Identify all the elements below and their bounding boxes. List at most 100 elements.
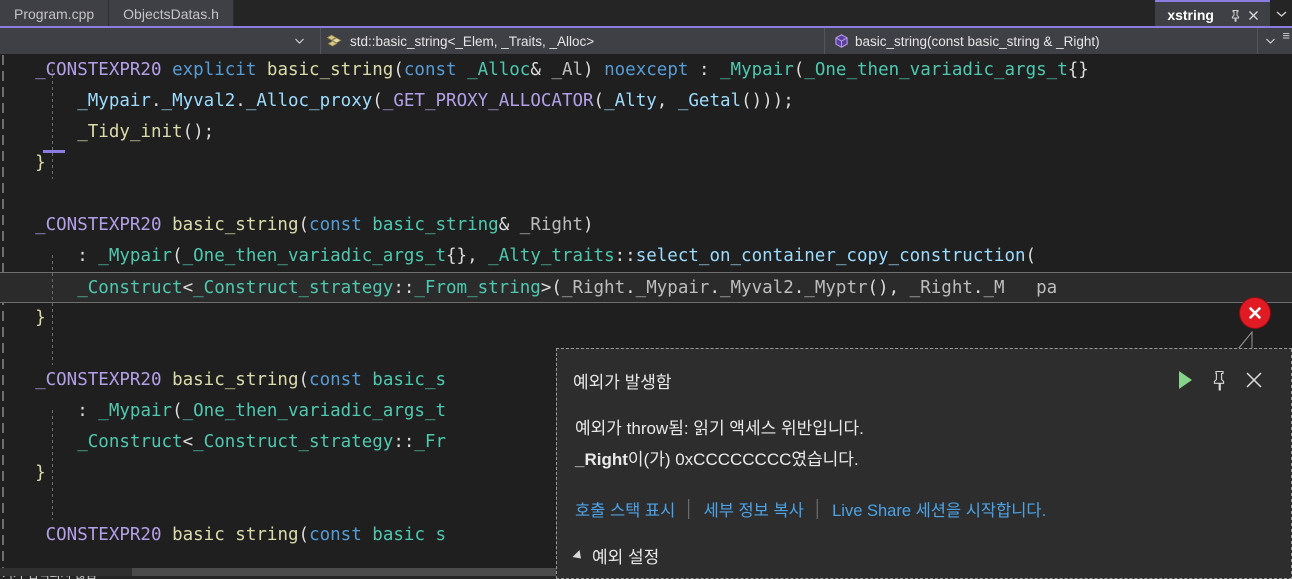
code-line[interactable] [0, 179, 1292, 210]
code-token: basic [372, 525, 425, 545]
code-token: _Fr [414, 432, 446, 452]
code-token: & [530, 60, 552, 80]
code-token: _M [983, 278, 1005, 298]
code-line[interactable]: : _Mypair(_One_then_variadic_args_t{}, _… [0, 241, 1292, 272]
code-token: . [150, 91, 162, 111]
code-token: _Mypair [635, 278, 710, 298]
navbar-split-icon[interactable]: ≡ [1282, 28, 1292, 54]
error-circle-x-icon[interactable] [1240, 298, 1270, 328]
template-class-icon [327, 33, 345, 49]
code-token: _Construct_strategy [193, 432, 394, 452]
pin-icon[interactable] [1211, 369, 1228, 391]
code-token: CONSTEXPR20 [45, 525, 162, 545]
tab-overflow-chevron-down-icon[interactable] [1270, 0, 1292, 28]
code-token: ( [298, 525, 310, 545]
code-token: _Alty [604, 91, 657, 111]
navbar-project-dropdown[interactable] [0, 28, 321, 54]
code-line[interactable]: _Mypair._Myval2._Alloc_proxy(_GET_PROXY_… [0, 86, 1292, 117]
code-token: _From_string [414, 278, 541, 298]
code-token: _CONSTEXPR20 [35, 370, 162, 390]
close-icon[interactable] [1244, 370, 1264, 390]
navbar-tail-chevron-down-icon[interactable] [1258, 28, 1282, 54]
code-token: } [35, 153, 46, 173]
code-line[interactable]: _Tidy_init(); [0, 117, 1292, 148]
code-token: ( [298, 215, 310, 235]
close-icon[interactable] [1244, 6, 1262, 24]
chevron-down-icon [289, 36, 310, 46]
outlining-marker[interactable] [43, 150, 65, 153]
code-token: _One_then_variadic_args_t [182, 401, 447, 421]
link-separator: │ [812, 499, 824, 518]
exception-settings-expander[interactable]: 예외 설정 [557, 543, 1292, 568]
code-token: explicit [172, 60, 257, 80]
code-token: basic_s [372, 370, 447, 390]
exception-popup-body: 예외가 throw됨: 읽기 액세스 위반입니다. _Right이(가) 0xC… [557, 397, 1292, 521]
code-token: ( [298, 370, 310, 390]
tab-program-cpp[interactable]: Program.cpp [0, 0, 110, 28]
navbar-member-scope-label: basic_string(const basic_string & _Right… [855, 33, 1100, 49]
code-token: pa [1004, 278, 1058, 298]
code-token: ( [172, 246, 183, 266]
code-token: _Alloc_proxy [245, 91, 373, 111]
navbar-member-dropdown[interactable]: basic_string(const basic_string & _Right… [825, 28, 1259, 54]
tab-objectsdatas-h[interactable]: ObjectsDatas.h [109, 0, 234, 28]
code-token: _Construct [77, 432, 183, 452]
indent-guide [52, 69, 53, 179]
exception-helper-popup[interactable]: 예외가 발생함 예외가 throw됨: 읽기 액세스 위반입니다. _Right… [556, 348, 1292, 579]
code-navigation-bar: std::basic_string<_Elem, _Traits, _Alloc… [0, 28, 1292, 54]
code-token: _Mypair [98, 246, 173, 266]
navbar-class-dropdown[interactable]: std::basic_string<_Elem, _Traits, _Alloc… [321, 28, 825, 54]
method-cube-icon [833, 33, 850, 50]
code-token: : [688, 60, 721, 80]
copy-details-link[interactable]: 세부 정보 복사 [704, 497, 804, 521]
code-token: < [182, 432, 194, 452]
code-line-current[interactable]: _Construct<_Construct_strategy::_From_st… [0, 272, 1292, 303]
code-line[interactable]: } [0, 148, 1292, 179]
code-token: ( [393, 60, 404, 80]
code-token: . [625, 278, 636, 298]
code-token: } [35, 308, 46, 328]
code-token: _Right [519, 215, 584, 235]
code-token: >( [540, 278, 562, 298]
start-live-share-link[interactable]: Live Share 세션을 시작합니다. [832, 497, 1046, 521]
code-token: ( [172, 401, 183, 421]
indent-guide [52, 410, 53, 520]
code-token: _Right [561, 278, 626, 298]
code-token: _Right [909, 278, 973, 298]
code-token: _Construct_strategy [193, 278, 394, 298]
code-token: } [35, 463, 46, 483]
code-token: _Alloc [467, 60, 531, 80]
exception-settings-label: 예외 설정 [592, 548, 660, 567]
tab-xstring[interactable]: xstring [1155, 0, 1270, 28]
code-token: ( [593, 91, 605, 111]
code-token: const [403, 60, 457, 80]
code-token: basic_string [172, 215, 299, 235]
show-call-stack-link[interactable]: 호출 스택 표시 [575, 497, 675, 521]
code-line[interactable]: _CONSTEXPR20 explicit basic_string(const… [0, 55, 1292, 86]
code-token: basic_string [266, 60, 394, 80]
code-token: ())); [741, 91, 794, 111]
code-line[interactable]: _CONSTEXPR20 basic_string(const basic_st… [0, 210, 1292, 241]
code-token: . [972, 278, 984, 298]
tab-strip-filler [233, 0, 1156, 28]
code-token: _Mypair [77, 91, 151, 111]
code-token: ( [372, 91, 383, 111]
code-token: : [77, 246, 99, 266]
pin-icon[interactable] [1226, 6, 1244, 24]
play-continue-icon[interactable] [1175, 369, 1195, 391]
exception-variable-value: 이(가) 0xCCCCCCCC였습니다. [627, 450, 859, 469]
code-token: < [182, 278, 194, 298]
code-line[interactable]: } [0, 303, 1292, 334]
